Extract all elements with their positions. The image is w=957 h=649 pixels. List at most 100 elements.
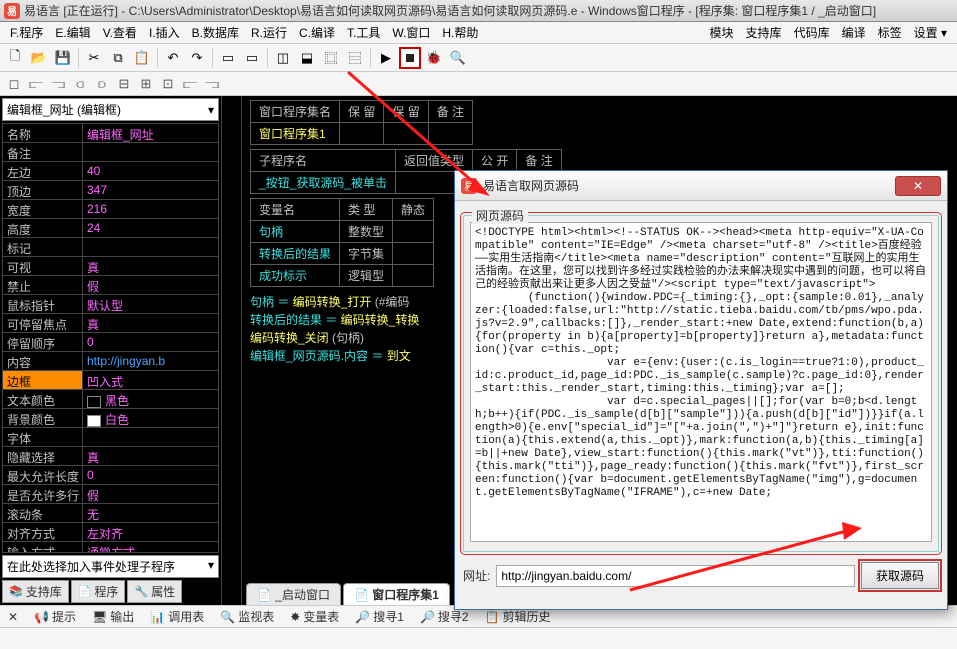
menu-tools[interactable]: T.工具: [341, 22, 386, 43]
property-row[interactable]: 隐藏选择真: [3, 447, 218, 466]
menu-tags[interactable]: 标签: [872, 22, 908, 43]
layout3-button[interactable]: ⿴: [320, 47, 342, 69]
tab-program[interactable]: 📄 程序: [71, 580, 126, 603]
align10-button[interactable]: ⫎: [202, 74, 222, 94]
menu-db[interactable]: B.数据库: [186, 22, 245, 43]
gutter: [222, 96, 242, 605]
layout4-button[interactable]: ⿳: [344, 47, 366, 69]
align7-button[interactable]: ⊞: [136, 74, 156, 94]
property-row[interactable]: 边框凹入式: [3, 371, 218, 390]
chevron-down-icon: ▾: [941, 26, 947, 40]
main-toolbar: 🗋 📂 💾 ✂ ⧉ 📋 ↶ ↷ ▭ ▭ ◫ ⬓ ⿴ ⿳ ▶ 🐞 🔍: [0, 44, 957, 72]
align3-button[interactable]: ⫎: [48, 74, 68, 94]
bb-tips[interactable]: 📢 提示: [30, 606, 80, 627]
bb-output[interactable]: 🖥 输出: [88, 606, 138, 627]
property-row[interactable]: 字体: [3, 428, 218, 447]
align8-button[interactable]: ⊡: [158, 74, 178, 94]
property-row[interactable]: 是否允许多行假: [3, 485, 218, 504]
tab-support[interactable]: 📚 支持库: [2, 580, 69, 603]
find-button[interactable]: 🔍: [447, 47, 469, 69]
property-row[interactable]: 对齐方式左对齐: [3, 523, 218, 542]
property-row[interactable]: 名称编辑框_网址: [3, 124, 218, 143]
copy-button[interactable]: ⧉: [107, 47, 129, 69]
run-button[interactable]: ▶: [375, 47, 397, 69]
menu-support[interactable]: 支持库: [740, 22, 788, 43]
dialog-title: 易语言取网页源码: [483, 177, 895, 194]
menu-settings[interactable]: 设置 ▾: [908, 22, 953, 43]
property-grid[interactable]: 名称编辑框_网址备注左边40顶边347宽度216高度24标记可视真禁止假鼠标指针…: [2, 123, 219, 553]
undo-button[interactable]: ↶: [162, 47, 184, 69]
property-row[interactable]: 可停留焦点真: [3, 314, 218, 333]
property-row[interactable]: 文本颜色黑色: [3, 390, 218, 409]
menu-module[interactable]: 模块: [704, 22, 740, 43]
program-set-table: 窗口程序集名保 留保 留备 注 窗口程序集1: [250, 100, 473, 145]
menu-view[interactable]: V.查看: [97, 22, 143, 43]
property-row[interactable]: 备注: [3, 143, 218, 162]
tab-properties[interactable]: 🔧 属性: [127, 580, 182, 603]
align5-button[interactable]: ⫐: [92, 74, 112, 94]
stop-button[interactable]: [399, 47, 421, 69]
align2-button[interactable]: ⫍: [26, 74, 46, 94]
property-row[interactable]: 高度24: [3, 219, 218, 238]
statusbar: [0, 627, 957, 649]
code-tab-programset[interactable]: 📄 窗口程序集1: [343, 583, 450, 605]
menu-window[interactable]: W.窗口: [386, 22, 436, 43]
close-button[interactable]: ✕: [895, 176, 941, 196]
fetch-button[interactable]: 获取源码: [861, 562, 939, 589]
cut-button[interactable]: ✂: [83, 47, 105, 69]
align1-button[interactable]: ◻: [4, 74, 24, 94]
property-row[interactable]: 停留顺序0: [3, 333, 218, 352]
menu-run[interactable]: R.运行: [245, 22, 293, 43]
menu-help[interactable]: H.帮助: [436, 22, 484, 43]
align9-button[interactable]: ⫍: [180, 74, 200, 94]
property-row[interactable]: 标记: [3, 238, 218, 257]
property-row[interactable]: 最大允许长度0: [3, 466, 218, 485]
menu-codelib[interactable]: 代码库: [788, 22, 836, 43]
menu-file[interactable]: F.程序: [4, 22, 49, 43]
bb-close[interactable]: ✕: [4, 608, 22, 626]
menu-edit[interactable]: E.编辑: [49, 22, 96, 43]
chevron-down-icon: ▾: [208, 103, 214, 117]
layout2-button[interactable]: ⬓: [296, 47, 318, 69]
menu-compile[interactable]: C.编译: [293, 22, 341, 43]
property-row[interactable]: 滚动条无: [3, 504, 218, 523]
close-icon: ✕: [913, 179, 923, 193]
open-button[interactable]: 📂: [28, 47, 50, 69]
group-label: 网页源码: [472, 207, 528, 224]
property-row[interactable]: 内容http://jingyan.b: [3, 352, 218, 371]
menubar: F.程序 E.编辑 V.查看 I.插入 B.数据库 R.运行 C.编译 T.工具…: [0, 22, 957, 44]
bb-find1[interactable]: 🔎 搜寻1: [351, 606, 408, 627]
menu-compile2[interactable]: 编译: [836, 22, 872, 43]
align4-button[interactable]: ⫏: [70, 74, 90, 94]
properties-panel: 编辑框_网址 (编辑框)▾ 名称编辑框_网址备注左边40顶边347宽度216高度…: [0, 96, 222, 605]
source-group: 网页源码: [463, 215, 939, 552]
property-row[interactable]: 可视真: [3, 257, 218, 276]
bb-call[interactable]: 📊 调用表: [146, 606, 208, 627]
menu-insert[interactable]: I.插入: [143, 22, 186, 43]
align6-button[interactable]: ⊟: [114, 74, 134, 94]
event-selector[interactable]: 在此处选择加入事件处理子程序▾: [2, 555, 219, 578]
win2-button[interactable]: ▭: [241, 47, 263, 69]
property-row[interactable]: 宽度216: [3, 200, 218, 219]
property-row[interactable]: 输入方式通常方式: [3, 542, 218, 553]
debug-button[interactable]: 🐞: [423, 47, 445, 69]
code-tab-startup[interactable]: 📄 _启动窗口: [246, 583, 341, 605]
url-input[interactable]: [496, 565, 855, 587]
win1-button[interactable]: ▭: [217, 47, 239, 69]
result-dialog: 易 易语言取网页源码 ✕ 网页源码 网址: 获取源码: [454, 170, 948, 610]
save-button[interactable]: 💾: [52, 47, 74, 69]
component-selector[interactable]: 编辑框_网址 (编辑框)▾: [2, 98, 219, 121]
source-textarea[interactable]: [470, 222, 932, 542]
property-row[interactable]: 顶边347: [3, 181, 218, 200]
new-button[interactable]: 🗋: [4, 47, 26, 69]
redo-button[interactable]: ↷: [186, 47, 208, 69]
app-icon: 易: [461, 178, 477, 194]
layout1-button[interactable]: ◫: [272, 47, 294, 69]
property-row[interactable]: 鼠标指针默认型: [3, 295, 218, 314]
bb-vars[interactable]: ✸ 变量表: [286, 606, 343, 627]
bb-watch[interactable]: 🔍 监视表: [216, 606, 278, 627]
property-row[interactable]: 禁止假: [3, 276, 218, 295]
property-row[interactable]: 左边40: [3, 162, 218, 181]
paste-button[interactable]: 📋: [131, 47, 153, 69]
property-row[interactable]: 背景颜色白色: [3, 409, 218, 428]
